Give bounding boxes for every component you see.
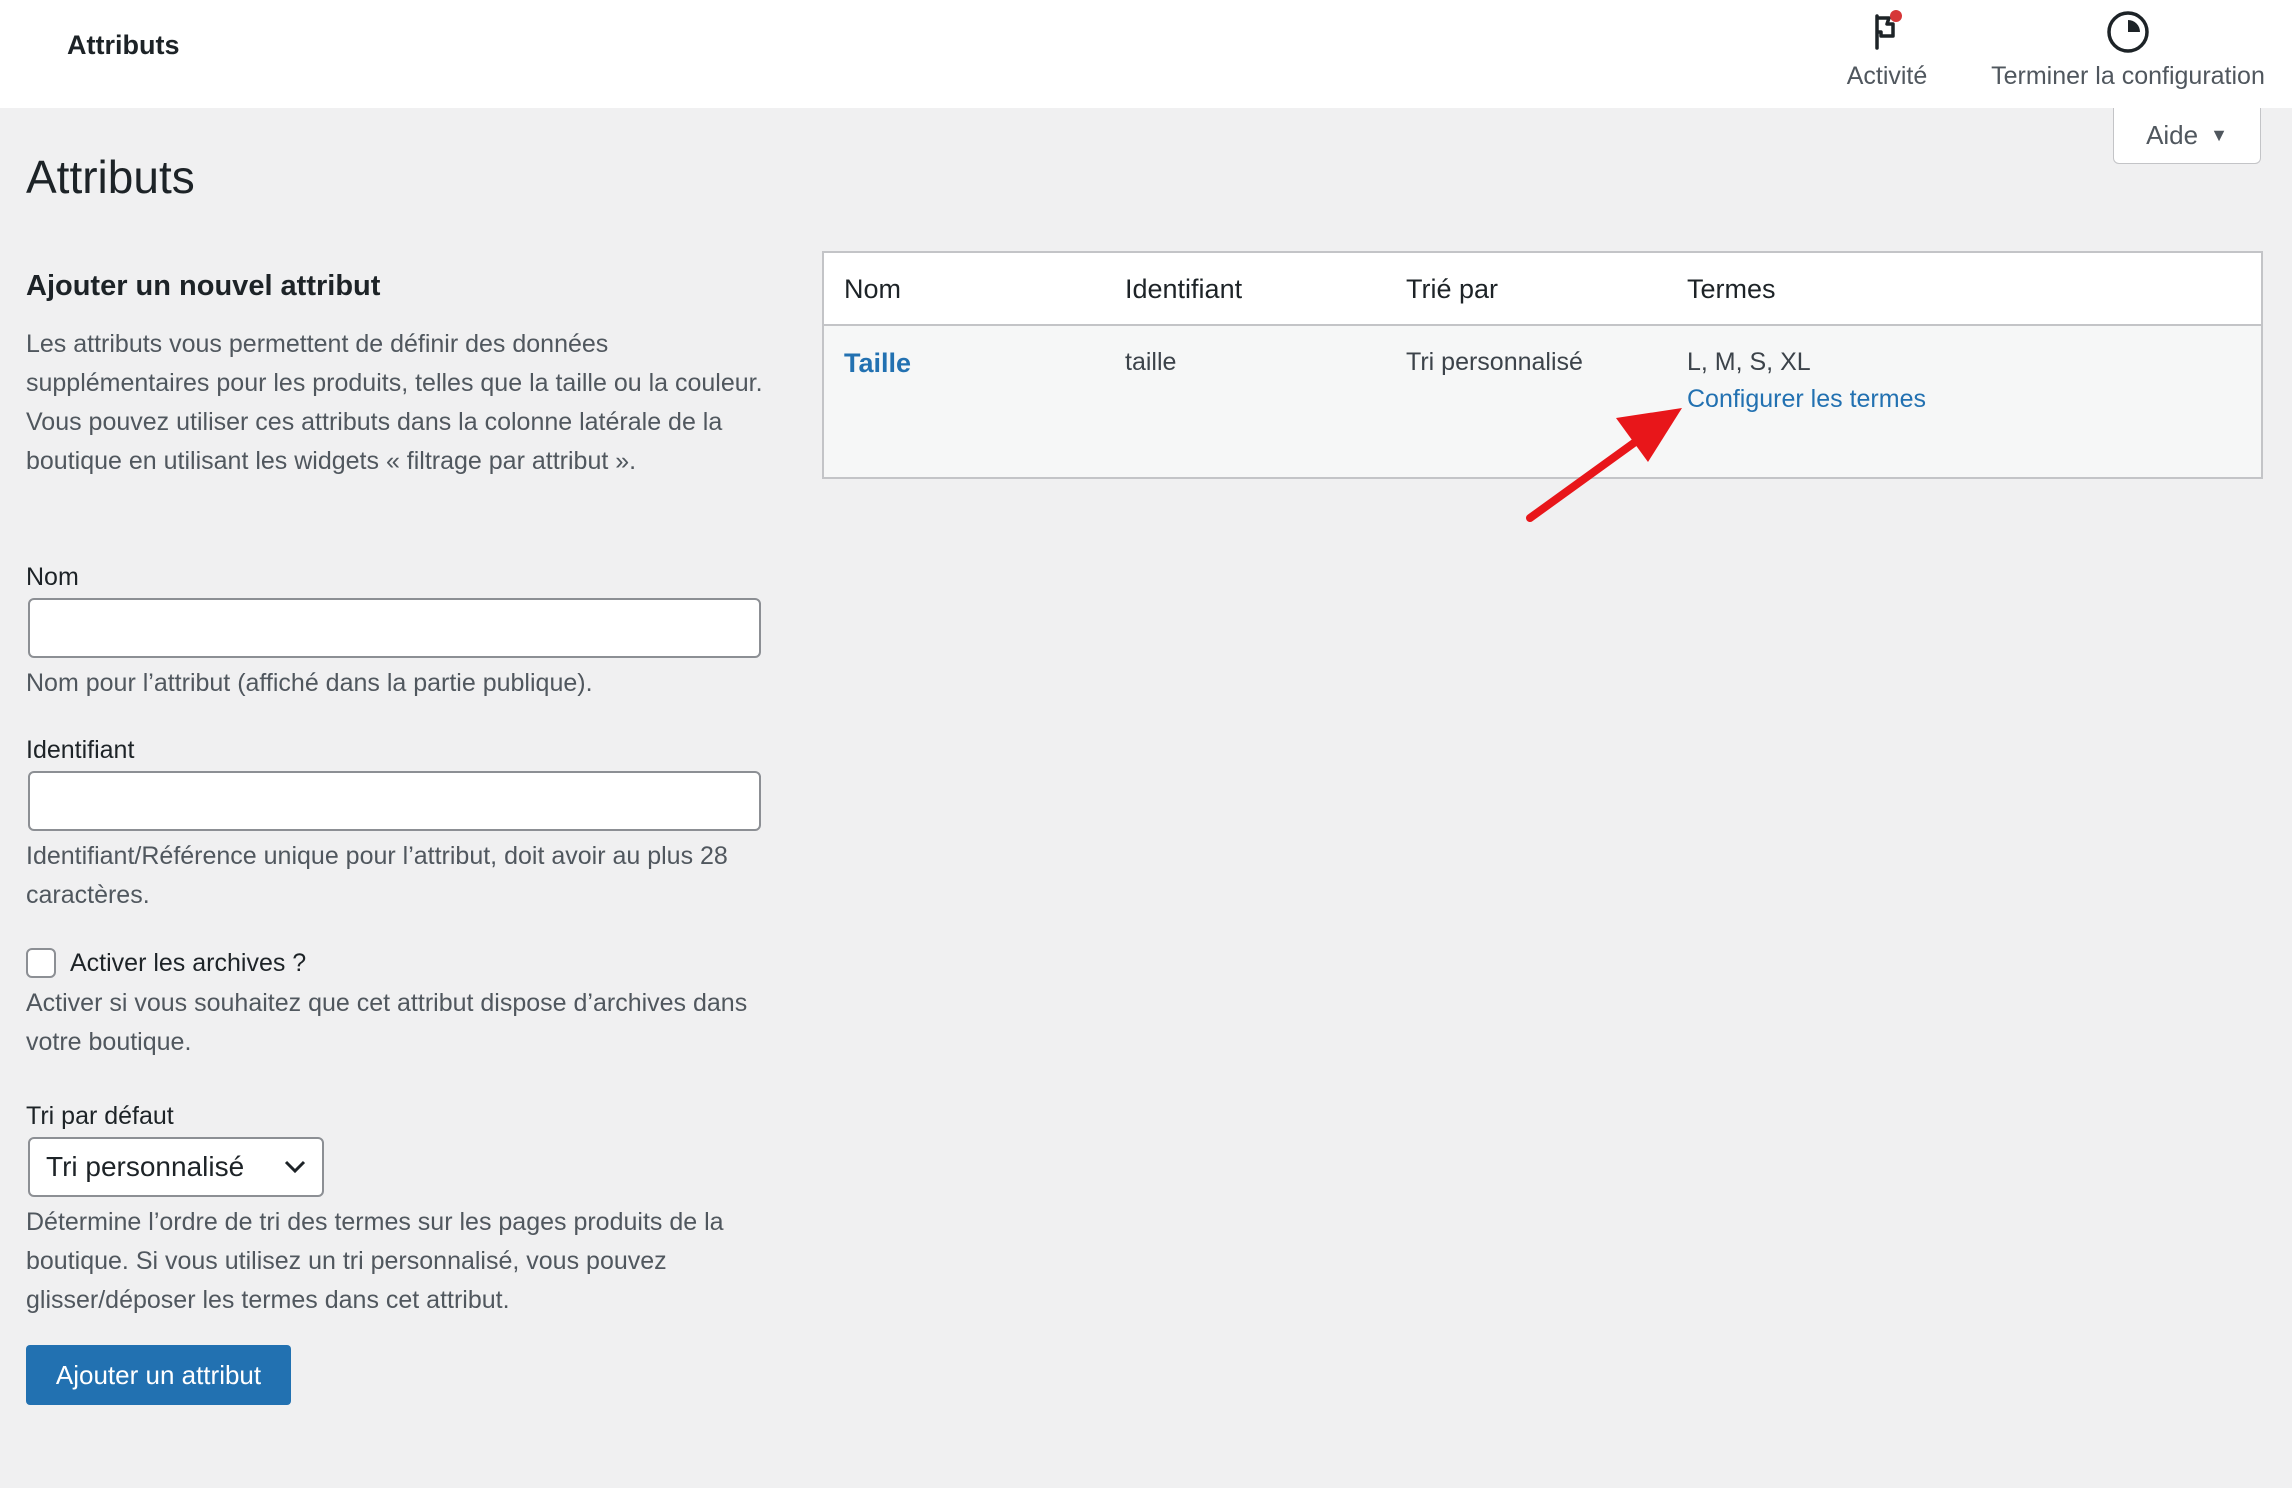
add-attribute-button[interactable]: Ajouter un attribut [26, 1345, 291, 1405]
help-tab-button[interactable]: Aide ▼ [2113, 108, 2261, 164]
finish-setup-label: Terminer la configuration [1991, 62, 2265, 90]
form-heading: Ajouter un nouvel attribut [26, 270, 381, 302]
topbar-title: Attributs [67, 30, 180, 60]
caret-down-icon: ▼ [2210, 125, 2228, 145]
attribute-slug: taille [1125, 348, 1177, 376]
attribute-name-link[interactable]: Taille [844, 348, 911, 379]
archives-help: Activer si vous souhaitez que cet attrib… [26, 989, 748, 1056]
sort-select-value: Tri personnalisé [46, 1151, 245, 1182]
name-label: Nom [26, 563, 79, 591]
annotation-arrow-icon [1526, 408, 1682, 522]
sort-help: Détermine l’ordre de tri des termes sur … [26, 1208, 724, 1314]
configure-terms-link[interactable]: Configurer les termes [1687, 385, 1926, 414]
form-intro: Les attributs vous permettent de définir… [26, 330, 763, 475]
top-bar: Attributs Activité Terminer la configura… [0, 0, 2292, 108]
archives-checkbox[interactable] [26, 948, 56, 978]
column-header-name: Nom [844, 274, 902, 304]
progress-circle-icon [2107, 11, 2149, 53]
attribute-terms: L, M, S, XL [1687, 348, 1811, 376]
name-input[interactable] [28, 598, 761, 658]
activity-label: Activité [1846, 62, 1928, 90]
slug-help: Identifiant/Référence unique pour l’attr… [26, 842, 728, 909]
help-label: Aide [2146, 120, 2199, 150]
chevron-down-icon [284, 1160, 306, 1174]
name-help: Nom pour l’attribut (affiché dans la par… [26, 669, 593, 697]
column-header-sort: Trié par [1406, 274, 1499, 304]
sort-field-group: Tri par défaut Tri personnalisé Détermin… [26, 1102, 766, 1320]
name-field-group: Nom Nom pour l’attribut (affiché dans la… [26, 563, 761, 703]
slug-field-group: Identifiant Identifiant/Référence unique… [26, 736, 766, 915]
archives-field-group: Activer les archives ? Activer si vous s… [26, 948, 766, 1062]
attribute-terms-cell: L, M, S, XL Configurer les termes [1687, 348, 1926, 414]
flag-icon [1875, 10, 1902, 50]
add-attribute-form: Ajouter un nouvel attribut Les attributs… [26, 270, 766, 1405]
attribute-sort: Tri personnalisé [1406, 348, 1583, 376]
finish-setup-button[interactable]: Terminer la configuration [1972, 8, 2284, 91]
column-header-terms: Termes [1687, 274, 1776, 304]
sort-label: Tri par défaut [26, 1102, 174, 1130]
page-title: Attributs [26, 151, 195, 203]
slug-input[interactable] [28, 771, 761, 831]
column-header-slug: Identifiant [1125, 274, 1243, 304]
sort-select[interactable]: Tri personnalisé [28, 1137, 324, 1197]
slug-label: Identifiant [26, 736, 135, 764]
table-header: Nom Identifiant Trié par Termes [824, 253, 2261, 326]
activity-button[interactable]: Activité [1832, 8, 1942, 91]
archives-label: Activer les archives ? [70, 948, 307, 977]
